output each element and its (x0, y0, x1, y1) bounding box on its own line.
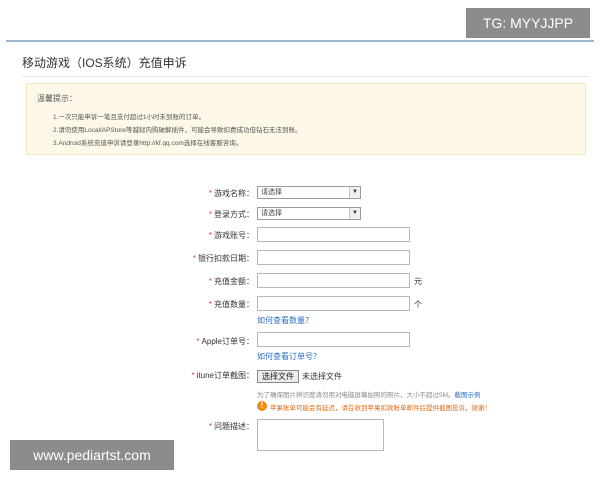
game-account-label: * 游戏账号： (208, 231, 254, 240)
how-to-view-quantity-link[interactable]: 如何查看数量？ (257, 315, 313, 326)
screenshot-help-text: 为了确保图片辨识度请勿用对电脑屏幕拍照的照片，大小不超过5M。 (257, 392, 455, 399)
tip-item: 1.一次只能申诉一笔且支付超过1小时未到账的订单。 (53, 114, 206, 121)
quantity-label: * 充值数量： (208, 300, 254, 309)
screenshot-help: 为了确保图片辨识度请勿用对电脑屏幕拍照的照片，大小不超过5M。截图示例 (257, 389, 481, 399)
bank-debit-date-input[interactable] (257, 250, 410, 265)
tip-item: 2.请勿使用LocalIAPStore等越狱内购破解插件，可能会导致扣费成功但钻… (53, 127, 302, 134)
login-method-select[interactable]: 请选择 ▼ (257, 207, 361, 220)
required-mark: * (208, 231, 212, 240)
game-name-label: * 游戏名称： (208, 189, 254, 198)
chevron-down-icon: ▼ (349, 208, 360, 219)
required-mark: * (192, 254, 196, 263)
choose-file-button[interactable]: 选择文件 (257, 370, 299, 383)
tips-heading: 温馨提示： (37, 94, 77, 103)
game-name-select-value: 请选择 (261, 189, 282, 196)
apple-order-label: * Apple订单号： (196, 337, 254, 346)
game-name-select[interactable]: 请选择 ▼ (257, 186, 361, 199)
required-mark: * (208, 277, 212, 286)
how-to-view-order-link[interactable]: 如何查看订单号？ (257, 351, 321, 362)
description-label: * 问题描述： (208, 422, 254, 431)
screenshot-example-link[interactable]: 截图示例 (455, 392, 481, 399)
required-mark: * (208, 422, 212, 431)
apple-order-input[interactable] (257, 332, 410, 347)
tips-panel: 温馨提示： 1.一次只能申诉一笔且支付超过1小时未到账的订单。 2.请勿使用Lo… (26, 83, 586, 155)
tip-item: 3.Android系统充值申诉请登录http://kf.qq.com选择在线客服… (53, 140, 243, 147)
bank-debit-date-label: * 银行扣款日期： (192, 254, 254, 263)
required-mark: * (196, 337, 200, 346)
warning-icon: ! (257, 401, 267, 411)
quantity-input[interactable] (257, 296, 410, 311)
file-status: 未选择文件 (302, 372, 342, 381)
amount-label: * 充值金额： (208, 277, 254, 286)
page-title: 移动游戏（IOS系统）充值申诉 (22, 56, 187, 70)
required-mark: * (208, 300, 212, 309)
chevron-down-icon: ▼ (349, 187, 360, 198)
login-method-label: * 登录方式： (208, 210, 254, 219)
required-mark: * (191, 371, 195, 380)
game-account-input[interactable] (257, 227, 410, 242)
quantity-unit: 个 (414, 300, 422, 309)
itunes-screenshot-label: * itune订单截图： (191, 371, 254, 380)
amount-input[interactable] (257, 273, 410, 288)
required-mark: * (208, 210, 212, 219)
login-method-select-value: 请选择 (261, 210, 282, 217)
watermark-site: www.pediartst.com (10, 440, 174, 470)
top-border (6, 40, 594, 42)
title-divider (22, 76, 588, 77)
required-mark: * (208, 189, 212, 198)
description-textarea[interactable] (257, 419, 384, 451)
amount-unit: 元 (414, 277, 422, 286)
watermark-tg: TG: MYYJJPP (466, 8, 590, 38)
warning-text: 苹果账单可能会有延迟，请在收到苹果扣款账单邮件后提供截图投诉，谢谢！ (270, 405, 491, 412)
